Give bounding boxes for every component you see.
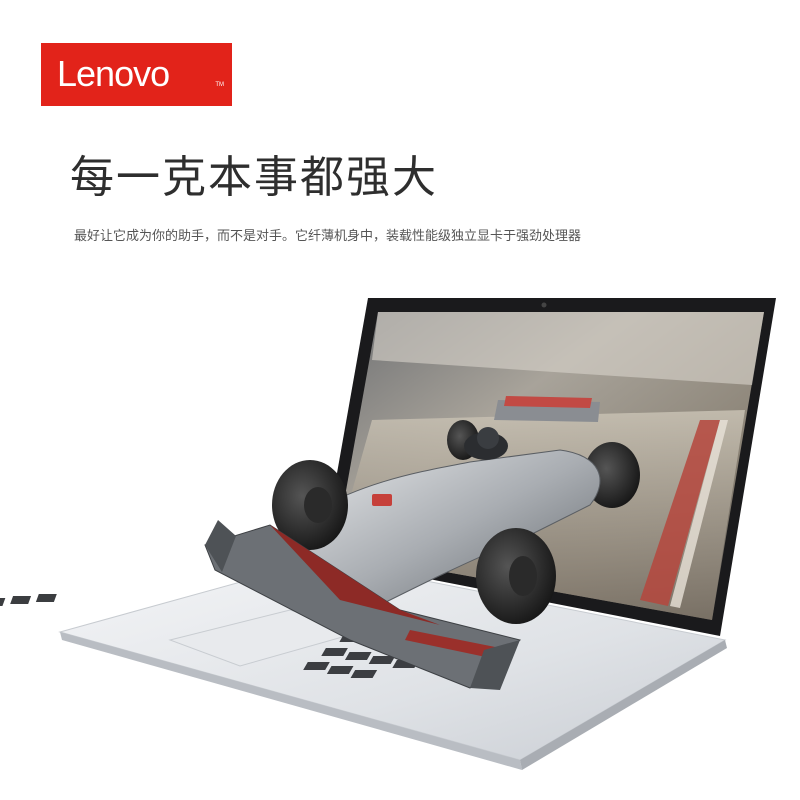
laptop-race-car-illustration — [0, 298, 776, 770]
